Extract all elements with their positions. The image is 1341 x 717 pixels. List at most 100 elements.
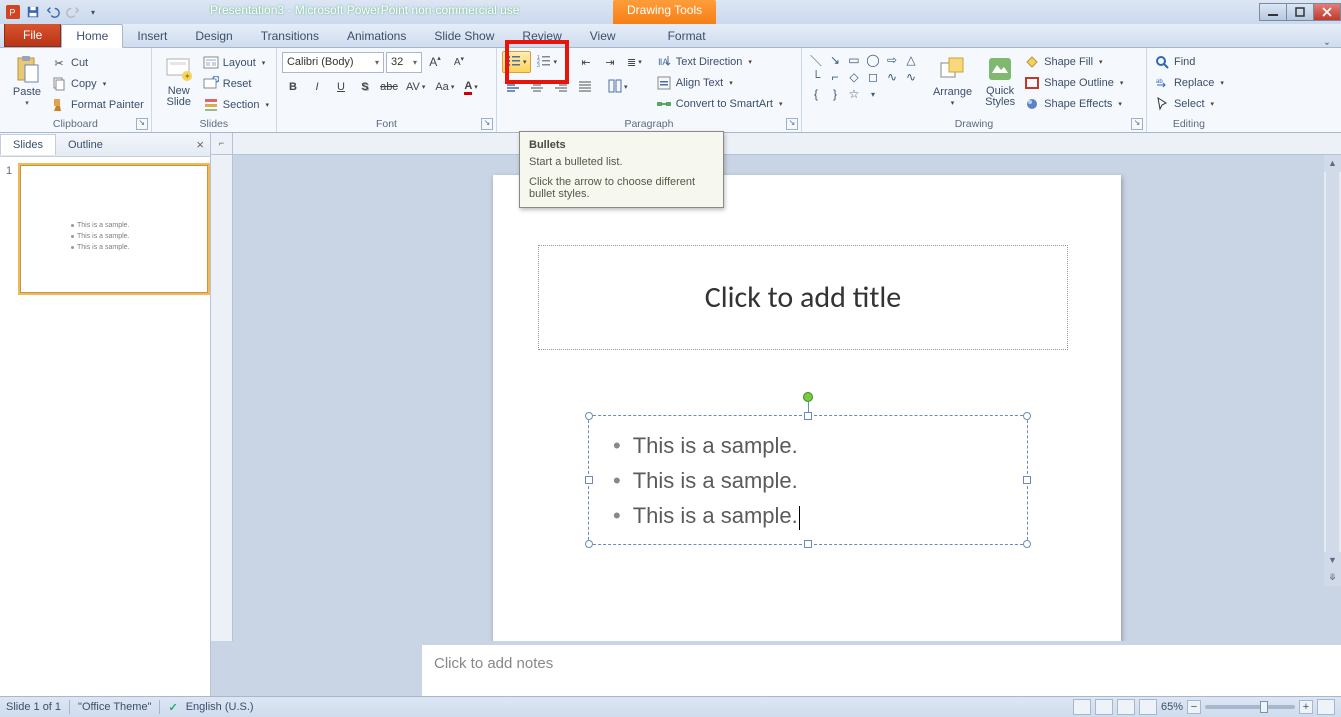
resize-handle-sw[interactable] [585,540,593,548]
zoom-level[interactable]: 65% [1161,701,1183,713]
shape-oval-icon[interactable]: ◯ [866,53,880,67]
resize-handle-w[interactable] [585,476,593,484]
shape-curve-icon[interactable]: ∿ [885,70,899,84]
tab-insert[interactable]: Insert [123,25,181,47]
font-launcher[interactable]: ↘ [481,118,493,130]
panel-tab-slides[interactable]: Slides [0,134,56,155]
next-slide-icon[interactable]: ⤋ [1324,569,1341,586]
align-text-button[interactable]: Align Text▾ [654,73,785,93]
font-size-combo[interactable]: 32▾ [386,52,422,73]
numbering-button[interactable]: 123▾ [533,51,561,73]
resize-handle-n[interactable] [804,412,812,420]
powerpoint-icon[interactable]: P [4,3,22,21]
decrease-indent-button[interactable]: ⇤ [575,51,597,73]
change-case-button[interactable]: Aa▾ [431,76,458,98]
copy-button[interactable]: Copy▾ [49,74,146,94]
replace-button[interactable]: abReplace▾ [1152,73,1226,93]
panel-tab-outline[interactable]: Outline [56,135,115,155]
shapes-gallery[interactable]: ＼ ↘ ▭ ◯ ⇨ △ └ ⌐ ◇ ◻ ∿ ∿ { } ☆ ▾ [807,51,927,103]
shape-arrow-icon[interactable]: ↘ [828,53,842,67]
shape-rect-icon[interactable]: ▭ [847,53,861,67]
zoom-out-button[interactable]: − [1187,700,1201,714]
zoom-in-button[interactable]: + [1299,700,1313,714]
section-button[interactable]: Section▾ [201,95,271,115]
close-button[interactable] [1313,3,1341,21]
shadow-button[interactable]: S [354,76,376,98]
tab-home[interactable]: Home [61,24,123,48]
horizontal-ruler[interactable] [233,133,1341,155]
underline-button[interactable]: U [330,76,352,98]
maximize-button[interactable] [1286,3,1314,21]
slide-canvas[interactable]: Click to add title •T [233,155,1324,641]
scroll-up-icon[interactable]: ▲ [1324,155,1341,172]
scroll-down-icon[interactable]: ▼ [1324,552,1341,569]
shape-scribble-icon[interactable]: ∿ [904,70,918,84]
columns-button[interactable]: ▾ [604,76,632,98]
strikethrough-button[interactable]: abc [378,76,400,98]
font-color-button[interactable]: A▾ [460,76,481,98]
tab-format[interactable]: Format [654,25,720,47]
qat-customize-icon[interactable]: ▾ [84,3,102,21]
tab-design[interactable]: Design [181,25,246,47]
tab-slideshow[interactable]: Slide Show [420,25,508,47]
vertical-ruler[interactable] [211,155,233,641]
shape-elbow-icon[interactable]: └ [809,70,823,84]
tab-review[interactable]: Review [508,25,575,47]
panel-close-icon[interactable]: × [196,137,204,152]
tab-view[interactable]: View [576,25,630,47]
slide-thumbnail[interactable]: This is a sample. This is a sample. This… [20,165,208,293]
arrange-button[interactable]: Arrange▾ [927,51,978,109]
align-center-button[interactable] [526,76,548,98]
rotation-handle[interactable] [803,392,813,402]
drawing-launcher[interactable]: ↘ [1131,118,1143,130]
tab-file[interactable]: File [4,23,61,47]
select-button[interactable]: Select▾ [1152,94,1226,114]
resize-handle-s[interactable] [804,540,812,548]
format-painter-button[interactable]: Format Painter [49,95,146,115]
zoom-slider[interactable] [1205,705,1295,709]
char-spacing-button[interactable]: AV▾ [402,76,429,98]
spellcheck-icon[interactable]: ✓ [168,701,177,714]
fit-window-button[interactable] [1317,699,1335,715]
shrink-font-button[interactable]: A▾ [448,51,470,73]
shape-callout-icon[interactable]: ◻ [866,70,880,84]
shape-line-icon[interactable]: ＼ [809,53,823,67]
shape-fill-button[interactable]: Shape Fill▾ [1022,52,1125,72]
layout-button[interactable]: Layout▾ [201,53,271,73]
redo-icon[interactable] [64,3,82,21]
bold-button[interactable]: B [282,76,304,98]
cut-button[interactable]: ✂Cut [49,53,146,73]
shape-triangle-icon[interactable]: △ [904,53,918,67]
bullets-button[interactable]: ▾ [502,51,532,73]
tab-transitions[interactable]: Transitions [247,25,333,47]
justify-button[interactable] [574,76,596,98]
resize-handle-se[interactable] [1023,540,1031,548]
quick-styles-button[interactable]: Quick Styles [978,51,1022,110]
resize-handle-e[interactable] [1023,476,1031,484]
align-left-button[interactable] [502,76,524,98]
save-icon[interactable] [24,3,42,21]
textbox-content[interactable]: •This is a sample. •This is a sample. •T… [589,416,1027,546]
minimize-button[interactable] [1259,3,1287,21]
shape-brace2-icon[interactable]: } [828,87,842,101]
notes-pane[interactable]: Click to add notes [422,641,1341,696]
normal-view-button[interactable] [1073,699,1091,715]
font-name-combo[interactable]: Calibri (Body)▾ [282,52,384,73]
content-textbox[interactable]: •This is a sample. •This is a sample. •T… [588,415,1028,545]
shape-diamond-icon[interactable]: ◇ [847,70,861,84]
reset-button[interactable]: Reset [201,74,271,94]
shape-rarrow-icon[interactable]: ⇨ [885,53,899,67]
ribbon-collapse-icon[interactable]: ˬ [1319,29,1335,47]
paste-button[interactable]: Paste ▾ [5,51,49,109]
shape-lbracket-icon[interactable]: ⌐ [828,70,842,84]
undo-icon[interactable] [44,3,62,21]
slideshow-view-button[interactable] [1139,699,1157,715]
reading-view-button[interactable] [1117,699,1135,715]
clipboard-launcher[interactable]: ↘ [136,118,148,130]
convert-smartart-button[interactable]: Convert to SmartArt▾ [654,94,785,114]
resize-handle-nw[interactable] [585,412,593,420]
increase-indent-button[interactable]: ⇥ [599,51,621,73]
status-language[interactable]: English (U.S.) [186,701,254,713]
shape-star-icon[interactable]: ☆ [847,87,861,101]
shape-brace-icon[interactable]: { [809,87,823,101]
